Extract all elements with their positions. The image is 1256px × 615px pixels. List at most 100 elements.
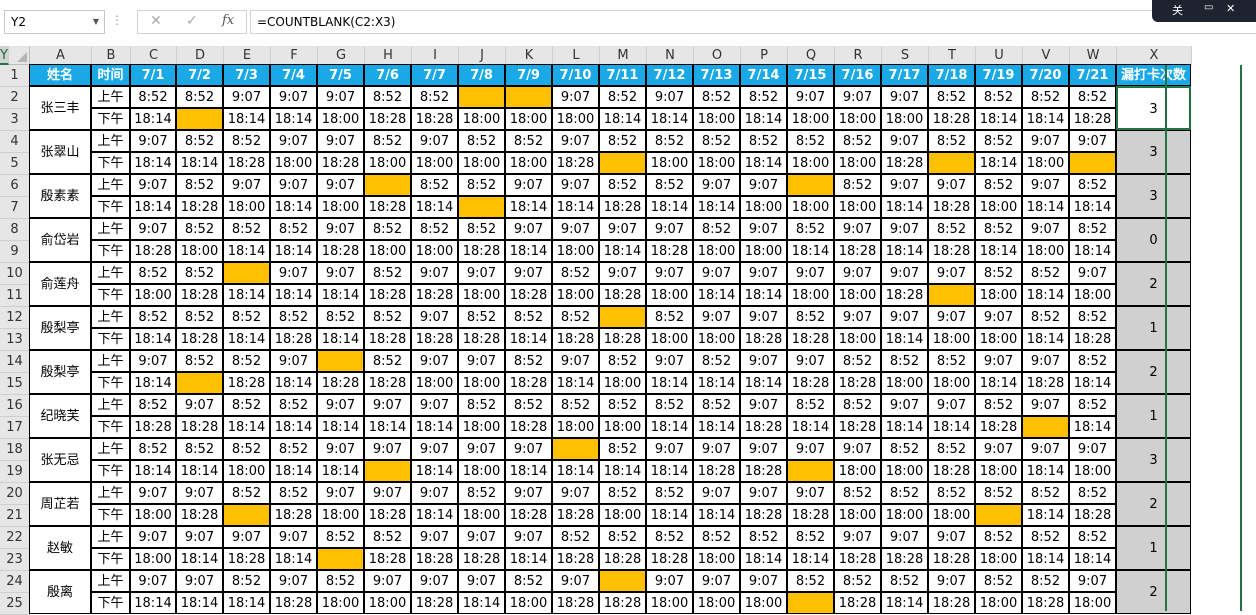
punch-time-cell[interactable]: 18:28 (552, 152, 599, 174)
punch-time-cell[interactable]: 9:07 (928, 262, 975, 284)
column-header-u[interactable]: U (976, 46, 1023, 65)
punch-time-cell[interactable]: 18:00 (458, 108, 505, 130)
punch-time-cell[interactable]: 8:52 (975, 394, 1022, 416)
missing-punch-cell[interactable] (364, 460, 411, 482)
missing-punch-cell[interactable] (223, 262, 270, 284)
punch-time-cell[interactable]: 18:14 (1022, 108, 1069, 130)
punch-time-cell[interactable]: 9:07 (552, 218, 599, 240)
punch-time-cell[interactable]: 18:28 (317, 240, 364, 262)
punch-time-cell[interactable]: 18:14 (130, 372, 176, 394)
punch-time-cell[interactable]: 8:52 (693, 218, 740, 240)
punch-time-cell[interactable]: 18:28 (740, 328, 787, 350)
punch-time-cell[interactable]: 8:52 (176, 130, 223, 152)
punch-time-cell[interactable]: 18:00 (1069, 284, 1116, 306)
punch-time-cell[interactable]: 18:00 (458, 152, 505, 174)
punch-time-cell[interactable]: 9:07 (1069, 130, 1116, 152)
punch-time-cell[interactable]: 18:28 (881, 548, 928, 570)
header-date[interactable]: 7/19 (975, 64, 1022, 86)
punch-time-cell[interactable]: 9:07 (411, 262, 458, 284)
punch-time-cell[interactable]: 9:07 (317, 218, 364, 240)
punch-time-cell[interactable]: 8:52 (270, 438, 317, 460)
punch-time-cell[interactable]: 8:52 (834, 174, 881, 196)
punch-time-cell[interactable]: 8:52 (130, 394, 176, 416)
punch-time-cell[interactable]: 18:00 (834, 504, 881, 526)
punch-time-cell[interactable]: 8:52 (881, 350, 928, 372)
punch-time-cell[interactable]: 18:28 (458, 328, 505, 350)
row-header-15[interactable]: 15 (0, 373, 30, 395)
punch-time-cell[interactable]: 9:07 (552, 174, 599, 196)
punch-time-cell[interactable]: 8:52 (270, 394, 317, 416)
punch-time-cell[interactable]: 18:28 (834, 416, 881, 438)
punch-time-cell[interactable]: 18:00 (505, 152, 552, 174)
column-header-t[interactable]: T (929, 46, 976, 65)
punch-time-cell[interactable]: 18:28 (176, 504, 223, 526)
punch-time-cell[interactable]: 18:14 (599, 108, 646, 130)
punch-time-cell[interactable]: 8:52 (975, 262, 1022, 284)
punch-time-cell[interactable]: 18:28 (364, 548, 411, 570)
punch-time-cell[interactable]: 8:52 (599, 394, 646, 416)
punch-time-cell[interactable]: 18:00 (975, 328, 1022, 350)
punch-time-cell[interactable]: 8:52 (693, 394, 740, 416)
punch-time-cell[interactable]: 18:28 (130, 240, 176, 262)
punch-time-cell[interactable]: 9:07 (1069, 438, 1116, 460)
punch-time-cell[interactable]: 18:14 (975, 240, 1022, 262)
punch-time-cell[interactable]: 18:00 (693, 152, 740, 174)
name-box[interactable]: Y2 ▼ (4, 10, 105, 34)
missed-count-cell[interactable]: 2 (1116, 262, 1191, 306)
punch-time-cell[interactable]: 9:07 (834, 262, 881, 284)
punch-time-cell[interactable]: 8:52 (599, 174, 646, 196)
punch-time-cell[interactable]: 8:52 (176, 306, 223, 328)
punch-time-cell[interactable]: 18:00 (975, 284, 1022, 306)
punch-time-cell[interactable]: 9:07 (505, 482, 552, 504)
punch-time-cell[interactable]: 18:14 (552, 196, 599, 218)
punch-time-cell[interactable]: 18:00 (317, 504, 364, 526)
punch-time-cell[interactable]: 8:52 (458, 174, 505, 196)
punch-time-cell[interactable]: 18:28 (787, 328, 834, 350)
punch-time-cell[interactable]: 9:07 (928, 394, 975, 416)
time-label-am[interactable]: 上午 (91, 394, 130, 416)
header-date[interactable]: 7/4 (270, 64, 317, 86)
punch-time-cell[interactable]: 18:28 (834, 548, 881, 570)
punch-time-cell[interactable]: 18:14 (1069, 416, 1116, 438)
punch-time-cell[interactable]: 9:07 (1069, 262, 1116, 284)
punch-time-cell[interactable]: 9:07 (740, 570, 787, 592)
punch-time-cell[interactable]: 9:07 (411, 306, 458, 328)
punch-time-cell[interactable]: 18:00 (1069, 460, 1116, 482)
punch-time-cell[interactable]: 9:07 (740, 174, 787, 196)
missing-punch-cell[interactable] (458, 196, 505, 218)
row-header-1[interactable]: 1 (0, 65, 30, 87)
time-label-am[interactable]: 上午 (91, 218, 130, 240)
punch-time-cell[interactable]: 8:52 (270, 306, 317, 328)
punch-time-cell[interactable]: 18:28 (787, 372, 834, 394)
punch-time-cell[interactable]: 8:52 (223, 438, 270, 460)
punch-time-cell[interactable]: 18:00 (740, 240, 787, 262)
time-label-pm[interactable]: 下午 (91, 548, 130, 570)
punch-time-cell[interactable]: 18:28 (270, 504, 317, 526)
punch-time-cell[interactable]: 18:14 (176, 460, 223, 482)
punch-time-cell[interactable]: 9:07 (881, 130, 928, 152)
punch-time-cell[interactable]: 9:07 (881, 394, 928, 416)
time-label-am[interactable]: 上午 (91, 350, 130, 372)
missing-punch-cell[interactable] (787, 460, 834, 482)
punch-time-cell[interactable]: 8:52 (364, 526, 411, 548)
punch-time-cell[interactable]: 8:52 (975, 174, 1022, 196)
column-header-f[interactable]: F (271, 46, 318, 65)
punch-time-cell[interactable]: 9:07 (1022, 130, 1069, 152)
punch-time-cell[interactable]: 9:07 (740, 482, 787, 504)
punch-time-cell[interactable]: 9:07 (317, 394, 364, 416)
punch-time-cell[interactable]: 9:07 (881, 262, 928, 284)
time-label-am[interactable]: 上午 (91, 174, 130, 196)
punch-time-cell[interactable]: 8:52 (223, 306, 270, 328)
punch-time-cell[interactable]: 18:14 (881, 328, 928, 350)
missed-count-cell[interactable]: 3 (1116, 174, 1191, 218)
punch-time-cell[interactable]: 18:28 (364, 284, 411, 306)
punch-time-cell[interactable]: 8:52 (975, 218, 1022, 240)
punch-time-cell[interactable]: 18:14 (787, 548, 834, 570)
punch-time-cell[interactable]: 9:07 (1022, 174, 1069, 196)
punch-time-cell[interactable]: 18:28 (364, 372, 411, 394)
window-icon[interactable]: ▭ (1204, 2, 1213, 13)
header-date[interactable]: 7/13 (693, 64, 740, 86)
punch-time-cell[interactable]: 9:07 (599, 218, 646, 240)
punch-time-cell[interactable]: 18:00 (693, 240, 740, 262)
punch-time-cell[interactable]: 18:28 (552, 548, 599, 570)
